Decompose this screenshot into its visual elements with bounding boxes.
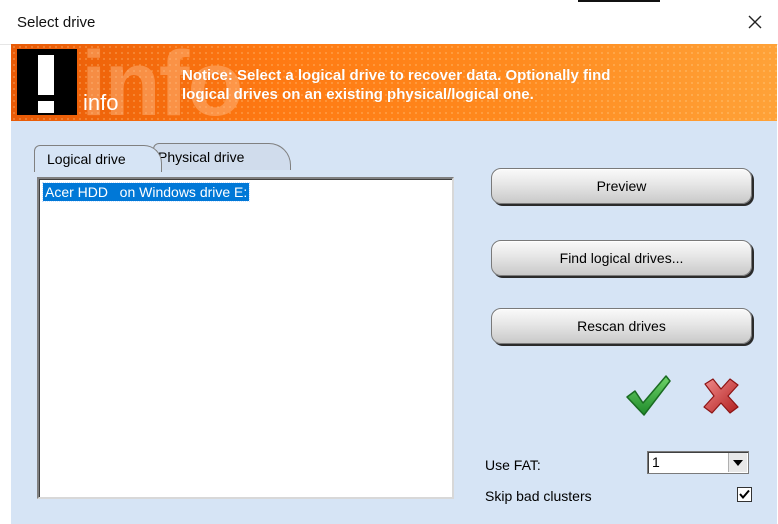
info-banner: info info Notice: Select a logical drive… <box>11 44 777 121</box>
close-icon <box>748 15 762 29</box>
red-x-icon[interactable] <box>699 376 743 416</box>
notice-text: Notice: Select a logical drive to recove… <box>182 66 742 104</box>
title-bar: Select drive <box>0 0 778 45</box>
skip-bad-clusters-checkbox[interactable] <box>737 487 752 502</box>
window-title: Select drive <box>17 14 96 31</box>
tab-logical-label: Logical drive <box>47 151 126 167</box>
use-fat-dropdown[interactable]: 1 <box>647 451 749 474</box>
notice-line-2: logical drives on an existing physical/l… <box>182 86 534 103</box>
info-label: info <box>83 90 119 115</box>
find-logical-drives-button[interactable]: Find logical drives... <box>491 240 752 276</box>
tab-physical-label: Physical drive <box>158 149 245 165</box>
chevron-down-icon <box>733 459 743 466</box>
use-fat-label: Use FAT: <box>485 457 541 473</box>
close-button[interactable] <box>738 6 772 38</box>
use-fat-value: 1 <box>652 454 660 470</box>
dialog-body: Physical drive Logical drive Acer HDD on… <box>11 121 777 524</box>
title-bar-mark <box>578 0 660 2</box>
skip-bad-clusters-label: Skip bad clusters <box>485 488 592 504</box>
rescan-drives-button[interactable]: Rescan drives <box>491 308 752 344</box>
tab-physical-drive[interactable]: Physical drive <box>153 143 291 170</box>
check-icon <box>739 489 750 500</box>
exclamation-icon <box>17 49 77 115</box>
checkmark-icon[interactable] <box>624 373 672 417</box>
dropdown-arrow[interactable] <box>728 453 747 472</box>
notice-line-1: Notice: Select a logical drive to recove… <box>182 67 611 84</box>
tab-logical-drive[interactable]: Logical drive <box>34 145 162 172</box>
preview-button[interactable]: Preview <box>491 168 752 204</box>
list-item[interactable]: Acer HDD on Windows drive E: <box>41 182 251 202</box>
drive-list[interactable]: Acer HDD on Windows drive E: <box>37 177 454 499</box>
